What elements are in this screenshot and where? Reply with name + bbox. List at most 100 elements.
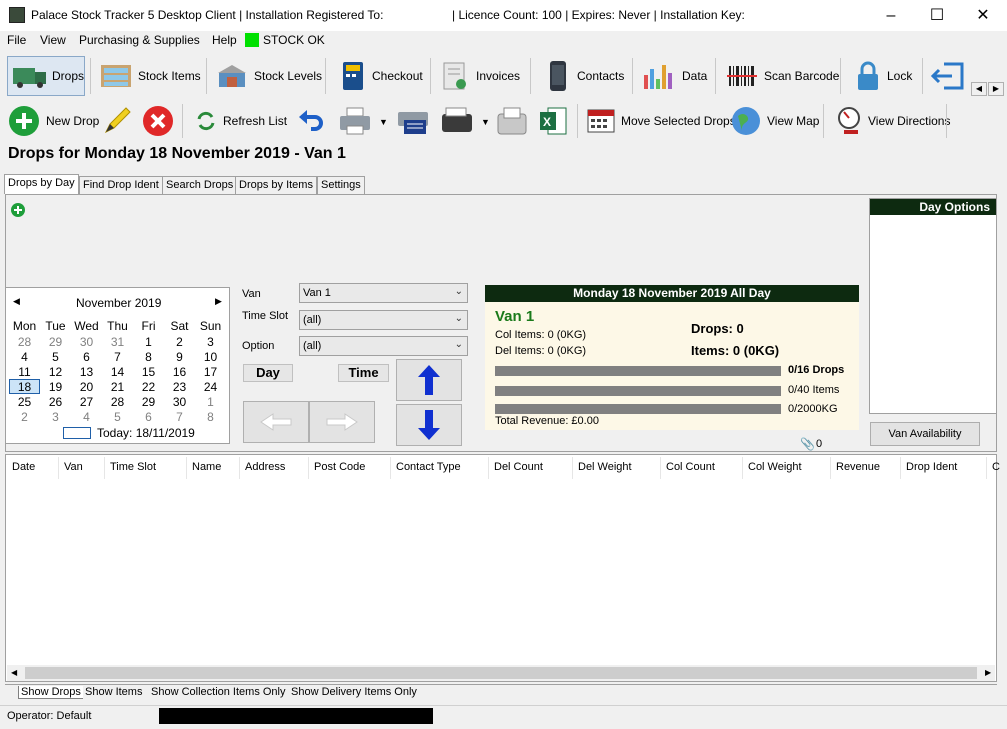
delete-button[interactable] <box>142 104 174 138</box>
column-header[interactable]: Name <box>192 461 221 473</box>
add-small-icon[interactable] <box>11 203 25 217</box>
print-list-button[interactable] <box>396 104 430 138</box>
export-excel-button[interactable]: X <box>538 104 568 138</box>
next-day-button[interactable] <box>309 401 375 443</box>
calendar-day[interactable]: 3 <box>40 410 71 424</box>
calendar-day[interactable]: 6 <box>71 350 102 364</box>
column-header[interactable]: Date <box>12 461 35 473</box>
checkout-button[interactable]: Checkout <box>340 56 423 96</box>
view-directions-button[interactable]: View Directions <box>836 104 950 138</box>
edit-button[interactable] <box>102 104 132 138</box>
calendar-day[interactable]: 9 <box>164 350 195 364</box>
column-header[interactable]: Del Weight <box>578 461 632 473</box>
toolbar-scroll-left-icon[interactable]: ◀ <box>971 82 987 96</box>
calendar-day[interactable]: 3 <box>195 335 226 349</box>
calendar-day[interactable]: 4 <box>71 410 102 424</box>
close-icon[interactable]: ✕ <box>960 0 1006 31</box>
column-header[interactable]: C <box>992 461 1000 473</box>
data-button[interactable]: Data <box>642 56 707 96</box>
tab-find-drop-ident[interactable]: Find Drop Ident <box>79 176 163 194</box>
tab-show-drops[interactable]: Show Drops <box>18 686 83 699</box>
calendar-day[interactable]: 10 <box>195 350 226 364</box>
calendar-day[interactable]: 7 <box>102 350 133 364</box>
calendar-day[interactable]: 28 <box>9 335 40 349</box>
calendar-day[interactable]: 16 <box>164 365 195 379</box>
column-header[interactable]: Address <box>245 461 285 473</box>
tab-show-collection-items[interactable]: Show Collection Items Only <box>151 686 286 698</box>
timeslot-select[interactable]: (all) ⌄ <box>299 310 468 330</box>
prev-month-icon[interactable]: ◀ <box>13 296 20 307</box>
maximize-icon[interactable]: ☐ <box>914 0 960 31</box>
scan-barcode-button[interactable]: Scan Barcode <box>726 56 839 96</box>
calendar-day[interactable]: 12 <box>40 365 71 379</box>
time-mode-button[interactable]: Time <box>338 364 389 382</box>
van-select[interactable]: Van 1 ⌄ <box>299 283 468 303</box>
calendar-day[interactable]: 22 <box>133 380 164 394</box>
calendar-day[interactable]: 4 <box>9 350 40 364</box>
minimize-icon[interactable]: – <box>868 0 914 31</box>
print-button[interactable] <box>338 104 372 138</box>
tab-settings[interactable]: Settings <box>317 176 365 194</box>
tab-drops-by-day[interactable]: Drops by Day <box>4 174 79 194</box>
receipt-printer-button[interactable] <box>496 104 528 138</box>
menu-file[interactable]: File <box>7 33 26 47</box>
contacts-button[interactable]: Contacts <box>545 56 624 96</box>
stock-levels-button[interactable]: Stock Levels <box>216 56 322 96</box>
calendar-day[interactable]: 2 <box>9 410 40 424</box>
calendar-day[interactable]: 8 <box>195 410 226 424</box>
calendar-day[interactable]: 8 <box>133 350 164 364</box>
calendar-day[interactable]: 1 <box>195 395 226 409</box>
label-printer-dropdown-icon[interactable]: ▼ <box>481 117 490 127</box>
calendar-day[interactable]: 23 <box>164 380 195 394</box>
calendar-day[interactable]: 21 <box>102 380 133 394</box>
menu-view[interactable]: View <box>40 33 66 47</box>
calendar-day[interactable]: 5 <box>102 410 133 424</box>
calendar-day[interactable]: 11 <box>9 365 40 379</box>
previous-day-button[interactable] <box>243 401 309 443</box>
tab-drops-by-items[interactable]: Drops by Items <box>235 176 317 194</box>
invoices-button[interactable]: Invoices <box>440 56 520 96</box>
calendar-day[interactable]: 7 <box>164 410 195 424</box>
view-map-button[interactable]: View Map <box>731 104 819 138</box>
van-availability-button[interactable]: Van Availability <box>870 422 980 446</box>
move-down-button[interactable] <box>396 404 462 446</box>
move-up-button[interactable] <box>396 359 462 401</box>
horizontal-scrollbar[interactable]: ◀ ▶ <box>7 665 995 681</box>
calendar-day[interactable]: 18 <box>9 379 40 394</box>
column-header[interactable]: Drop Ident <box>906 461 957 473</box>
logout-button[interactable] <box>930 56 966 96</box>
calendar-day[interactable]: 25 <box>9 395 40 409</box>
calendar-day[interactable]: 30 <box>71 335 102 349</box>
calendar-day[interactable]: 31 <box>102 335 133 349</box>
tab-search-drops[interactable]: Search Drops <box>162 176 238 194</box>
label-printer-button[interactable] <box>440 104 474 138</box>
column-header[interactable]: Del Count <box>494 461 543 473</box>
scrollbar-thumb[interactable] <box>25 667 977 679</box>
calendar-day[interactable]: 19 <box>40 380 71 394</box>
column-header[interactable]: Van <box>64 461 83 473</box>
calendar-day[interactable]: 15 <box>133 365 164 379</box>
calendar-day[interactable]: 6 <box>133 410 164 424</box>
calendar-day[interactable]: 5 <box>40 350 71 364</box>
calendar-day[interactable]: 20 <box>71 380 102 394</box>
column-header[interactable]: Contact Type <box>396 461 461 473</box>
calendar-day[interactable]: 30 <box>164 395 195 409</box>
drops-grid[interactable]: Date Van Time Slot Name Address Post Code Cont… <box>5 454 1000 682</box>
option-select[interactable]: (all) ⌄ <box>299 336 468 356</box>
calendar-day[interactable]: 14 <box>102 365 133 379</box>
scroll-left-icon[interactable]: ◀ <box>11 668 17 677</box>
calendar-day[interactable]: 1 <box>133 335 164 349</box>
calendar-day[interactable]: 26 <box>40 395 71 409</box>
calendar-day[interactable]: 29 <box>133 395 164 409</box>
scroll-right-icon[interactable]: ▶ <box>985 668 991 677</box>
stock-items-button[interactable]: Stock Items <box>100 56 201 96</box>
next-month-icon[interactable]: ▶ <box>215 296 222 307</box>
column-header[interactable]: Col Count <box>666 461 715 473</box>
refresh-list-button[interactable]: Refresh List <box>195 104 287 138</box>
day-mode-button[interactable]: Day <box>243 364 293 382</box>
lock-button[interactable]: Lock <box>855 56 912 96</box>
undo-button[interactable] <box>297 104 325 138</box>
column-header[interactable]: Time Slot <box>110 461 156 473</box>
calendar-day[interactable]: 24 <box>195 380 226 394</box>
calendar-day[interactable]: 27 <box>71 395 102 409</box>
